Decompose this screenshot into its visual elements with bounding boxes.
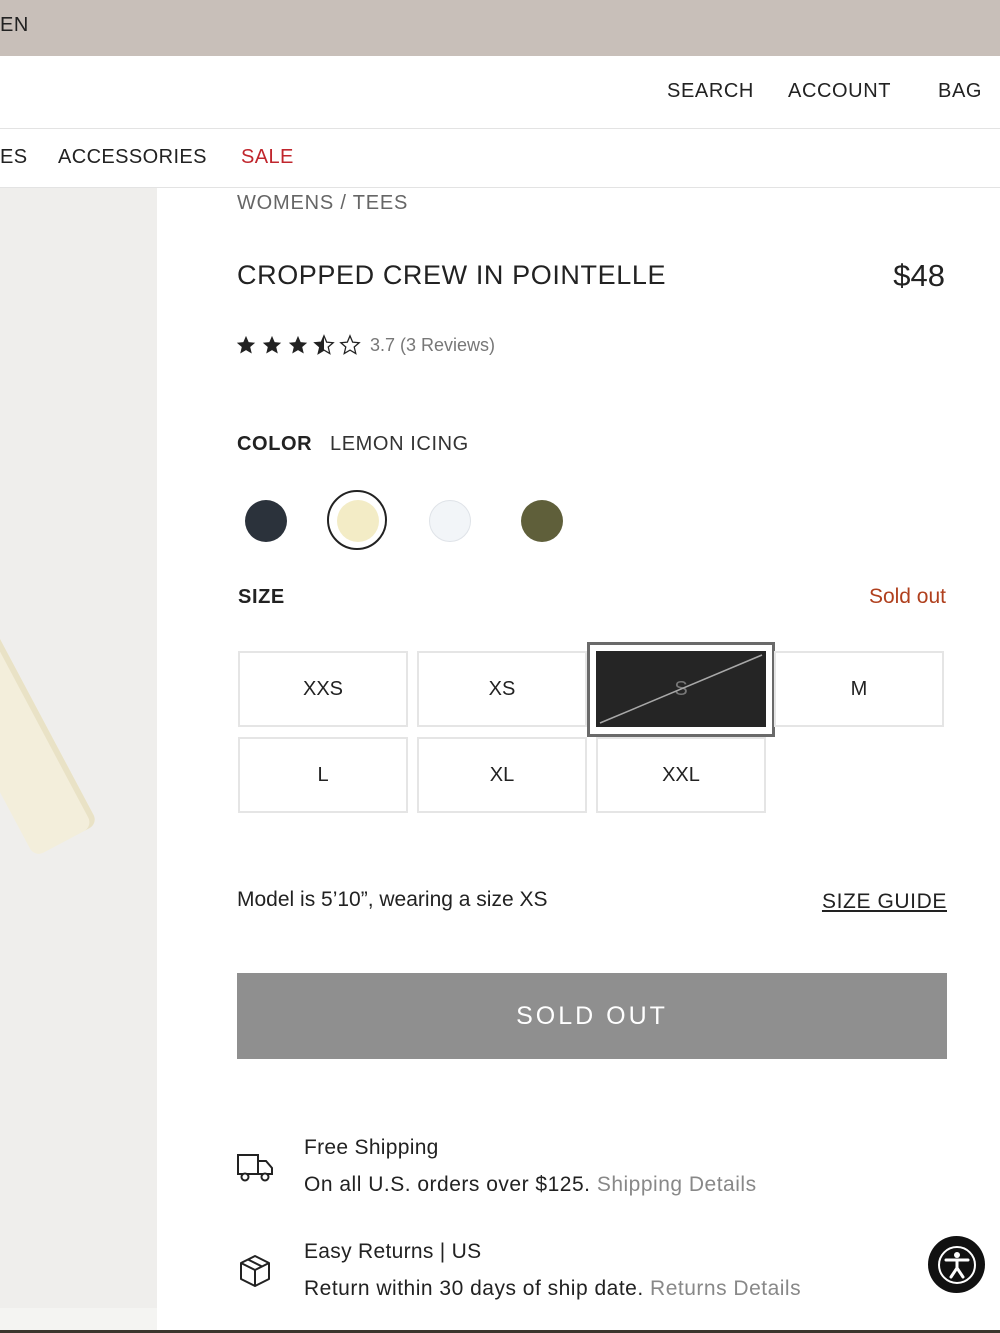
site-header: SEARCH ACCOUNT BAG — [0, 56, 1000, 129]
sold-out-button[interactable]: SOLD OUT — [237, 973, 947, 1059]
bag-link[interactable]: BAG — [938, 80, 982, 103]
size-guide-link[interactable]: SIZE GUIDE — [822, 890, 947, 914]
product-photo-garment — [0, 558, 99, 858]
size-xxs[interactable]: XXS — [238, 651, 408, 727]
box-icon — [240, 1255, 270, 1287]
shipping-details-link[interactable]: Shipping Details — [597, 1173, 757, 1196]
size-xxl[interactable]: XXL — [596, 737, 766, 813]
shipping-text: On all U.S. orders over $125. Shipping D… — [304, 1173, 757, 1197]
returns-details-link[interactable]: Returns Details — [650, 1277, 801, 1300]
swatch-olive[interactable] — [521, 500, 563, 542]
swatch-navy[interactable] — [245, 500, 287, 542]
size-xl[interactable]: XL — [417, 737, 587, 813]
category-nav: ES ACCESSORIES SALE — [0, 129, 1000, 188]
size-l[interactable]: L — [238, 737, 408, 813]
size-m[interactable]: M — [774, 651, 944, 727]
top-banner: EN — [0, 0, 1000, 56]
account-link[interactable]: ACCOUNT — [788, 80, 891, 103]
star-full-icon — [236, 335, 256, 354]
star-empty-icon — [339, 334, 361, 355]
search-link[interactable]: SEARCH — [667, 80, 754, 103]
swatch-lemon-icing[interactable] — [337, 500, 379, 542]
strikethrough-icon — [599, 654, 763, 724]
returns-description: Return within 30 days of ship date. — [304, 1277, 644, 1300]
rating-text[interactable]: 3.7 (3 Reviews) — [370, 335, 495, 356]
star-full-icon — [262, 335, 282, 354]
returns-title: Easy Returns | US — [304, 1240, 482, 1263]
product-price: $48 — [893, 258, 945, 293]
color-value: LEMON ICING — [330, 433, 469, 455]
accessibility-button[interactable] — [928, 1236, 985, 1293]
color-label: COLOR — [237, 433, 313, 455]
model-fit-info: Model is 5’10”, wearing a size XS — [237, 888, 548, 911]
nav-item-accessories[interactable]: ACCESSORIES — [58, 146, 207, 169]
shipping-description: On all U.S. orders over $125. — [304, 1173, 591, 1196]
star-full-icon — [288, 335, 308, 354]
swatch-white[interactable] — [429, 500, 471, 542]
returns-text: Return within 30 days of ship date. Retu… — [304, 1277, 801, 1301]
shipping-title: Free Shipping — [304, 1136, 439, 1159]
rating-stars[interactable] — [235, 330, 361, 360]
truck-icon — [237, 1154, 273, 1182]
product-title: CROPPED CREW IN POINTELLE — [237, 260, 667, 290]
accessibility-icon — [937, 1245, 976, 1284]
language-selector[interactable]: EN — [0, 14, 29, 37]
size-s-soldout[interactable]: S — [596, 651, 766, 727]
size-xs[interactable]: XS — [417, 651, 587, 727]
breadcrumb[interactable]: WOMENS / TEES — [237, 192, 408, 215]
size-status: Sold out — [868, 585, 946, 608]
star-half-icon — [313, 334, 335, 355]
size-label: SIZE — [238, 586, 285, 608]
nav-item-partial[interactable]: ES — [0, 146, 27, 169]
product-image[interactable] — [0, 188, 157, 1308]
nav-item-sale[interactable]: SALE — [241, 146, 294, 169]
